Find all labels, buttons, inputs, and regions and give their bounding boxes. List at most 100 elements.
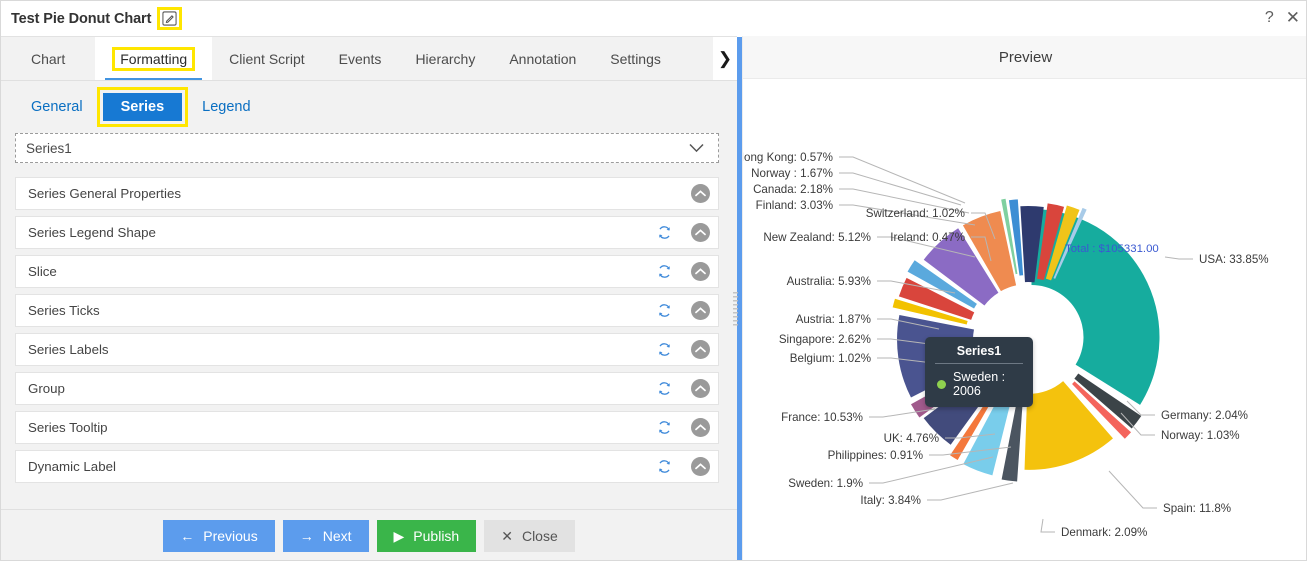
series-select-value: Series1 <box>26 140 72 156</box>
accordion-row[interactable]: Series Legend Shape <box>15 216 719 249</box>
accordion-row[interactable]: Series General Properties <box>15 177 719 210</box>
close-button[interactable]: ✕ Close <box>484 520 575 552</box>
accordion-row[interactable]: Series Tooltip <box>15 411 719 444</box>
series-tooltip: Series1 Sweden : 2006 <box>925 337 1033 407</box>
sub-tab-bar: General Series Legend <box>1 81 737 133</box>
accordion-row[interactable]: Group <box>15 372 719 405</box>
close-button-label: Close <box>521 528 558 544</box>
help-icon[interactable]: ? <box>1265 9 1274 26</box>
slice-label: USA: 33.85% <box>1199 253 1269 266</box>
tab-annotation-label: Annotation <box>509 50 577 67</box>
accordion-row[interactable]: Series Ticks <box>15 294 719 327</box>
tab-hierarchy[interactable]: Hierarchy <box>398 37 492 80</box>
refresh-icon[interactable] <box>655 263 673 281</box>
left-panel: Chart Formatting Client Script Events Hi… <box>1 36 737 560</box>
accordion-row-label: Group <box>28 381 65 396</box>
chevron-down-icon <box>689 141 704 156</box>
tab-formatting-label: Formatting <box>120 50 188 67</box>
pencil-square-icon[interactable] <box>162 11 177 26</box>
next-button-label: Next <box>322 528 352 544</box>
slice-label: Philippines: 0.91% <box>828 449 923 462</box>
slice-label: Singapore: 2.62% <box>779 333 871 346</box>
collapse-chevron-up-icon[interactable] <box>691 418 710 437</box>
refresh-icon[interactable] <box>655 302 673 320</box>
footer-action-bar: ← Previous → Next ▶ Publish ✕ Close <box>1 509 737 560</box>
leader-line <box>839 156 966 204</box>
tab-settings[interactable]: Settings <box>593 37 678 80</box>
accordion-row[interactable]: Slice <box>15 255 719 288</box>
close-icon[interactable]: ✕ <box>1286 9 1300 26</box>
publish-button-label: Publish <box>413 528 460 544</box>
collapse-chevron-up-icon[interactable] <box>691 184 710 203</box>
subtab-series[interactable]: Series <box>102 93 183 121</box>
slice-label: Norway : 1.67% <box>751 167 833 180</box>
series-property-accordion: Series General Properties Series Legend S… <box>15 177 719 529</box>
accordion-row-label: Series Ticks <box>28 303 100 318</box>
accordion-row-label: Dynamic Label <box>28 459 116 474</box>
tab-formatting[interactable]: Formatting <box>95 37 213 80</box>
slice-label: Italy: 3.84% <box>860 494 921 507</box>
previous-button[interactable]: ← Previous <box>163 520 275 552</box>
refresh-icon[interactable] <box>655 341 673 359</box>
collapse-chevron-up-icon[interactable] <box>691 262 710 281</box>
slice-label: Australia: 5.93% <box>787 275 871 288</box>
subtab-series-highlight: Series <box>96 87 189 127</box>
tab-formatting-highlight: Formatting <box>112 46 196 71</box>
refresh-icon[interactable] <box>655 419 673 437</box>
slice-label: France: 10.53% <box>781 411 863 424</box>
refresh-icon[interactable] <box>655 380 673 398</box>
donut-chart: USA: 33.85% Germany: 2.04% Norway: 1.03% Sp… <box>743 79 1306 560</box>
publish-button[interactable]: ▶ Publish <box>376 520 477 552</box>
slice-label: Germany: 2.04% <box>1161 409 1248 422</box>
tabs-next-chevron-icon[interactable]: ❯ <box>713 37 737 80</box>
collapse-chevron-up-icon[interactable] <box>691 301 710 320</box>
leader-line <box>1040 518 1055 533</box>
edit-title-highlight <box>157 7 183 30</box>
tab-bar: Chart Formatting Client Script Events Hi… <box>1 37 737 81</box>
slice-label: Sweden: 1.9% <box>788 477 863 490</box>
tab-client-script-label: Client Script <box>229 50 305 67</box>
collapse-chevron-up-icon[interactable] <box>691 340 710 359</box>
slice-label: Spain: 11.8% <box>1163 502 1231 515</box>
window-actions: ? ✕ <box>1265 9 1300 26</box>
tab-events[interactable]: Events <box>322 37 399 80</box>
slice-label: New Zealand: 5.12% <box>763 231 871 244</box>
tab-chart[interactable]: Chart <box>1 37 95 80</box>
subtab-general[interactable]: General <box>21 95 93 119</box>
accordion-row[interactable]: Dynamic Label <box>15 450 719 483</box>
accordion-row[interactable]: Series Labels <box>15 333 719 366</box>
next-button-icon: → <box>299 528 314 544</box>
publish-button-icon: ▶ <box>393 528 405 544</box>
accordion-row-label: Series General Properties <box>28 186 181 201</box>
donut-chart-svg: USA: 33.85% Germany: 2.04% Norway: 1.03% Sp… <box>743 151 1269 539</box>
tab-settings-label: Settings <box>610 50 661 67</box>
slice-label: Hong Kong: 0.57% <box>743 151 833 164</box>
previous-button-icon: ← <box>180 528 195 544</box>
refresh-icon[interactable] <box>655 458 673 476</box>
subtab-legend[interactable]: Legend <box>192 95 260 119</box>
leader-line <box>1108 470 1157 509</box>
collapse-chevron-up-icon[interactable] <box>691 379 710 398</box>
title-bar: Test Pie Donut Chart ? ✕ <box>1 1 1306 36</box>
accordion-row-label: Series Tooltip <box>28 420 108 435</box>
refresh-icon[interactable] <box>655 224 673 242</box>
series-select[interactable]: Series1 <box>15 133 719 163</box>
next-button[interactable]: → Next <box>282 520 369 552</box>
slice-label: Norway: 1.03% <box>1161 429 1240 442</box>
tab-annotation[interactable]: Annotation <box>492 37 593 80</box>
slice-label: UK: 4.76% <box>884 432 939 445</box>
slice-label: Austria: 1.87% <box>796 313 871 326</box>
tab-hierarchy-label: Hierarchy <box>415 50 476 67</box>
tab-client-script[interactable]: Client Script <box>212 37 321 80</box>
accordion-row-label: Series Legend Shape <box>28 225 156 240</box>
collapse-chevron-up-icon[interactable] <box>691 223 710 242</box>
preview-title: Preview <box>743 36 1306 79</box>
tab-chart-label: Chart <box>31 50 66 67</box>
tooltip-title: Series1 <box>935 344 1023 364</box>
page-title: Test Pie Donut Chart <box>11 10 152 27</box>
collapse-chevron-up-icon[interactable] <box>691 457 710 476</box>
tooltip-entry: Sweden : 2006 <box>953 370 1006 398</box>
close-button-icon: ✕ <box>501 528 513 544</box>
splitter-grip[interactable] <box>733 292 738 326</box>
slice-label: Finland: 3.03% <box>756 199 833 212</box>
